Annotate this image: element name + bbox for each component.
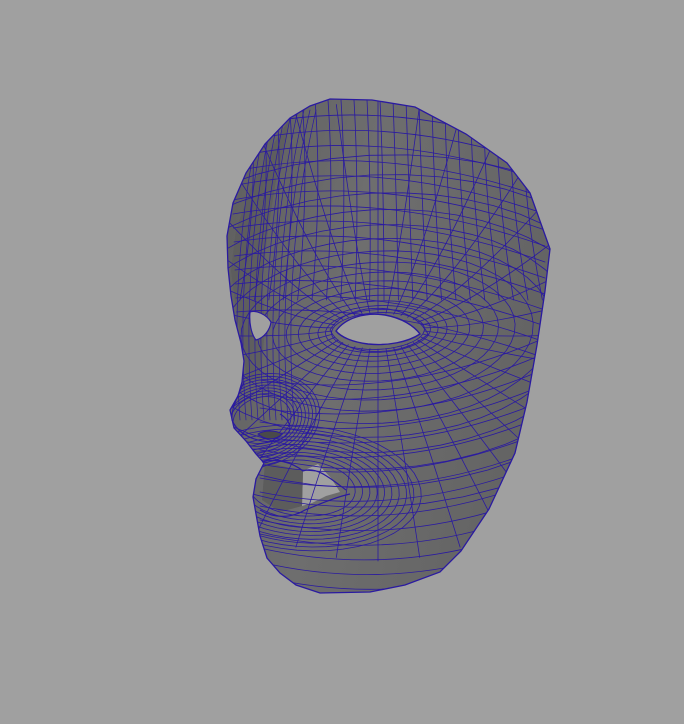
viewport-canvas[interactable] [0, 0, 684, 724]
viewport-3d[interactable] [0, 0, 684, 724]
wireframe-mesh [227, 99, 550, 593]
